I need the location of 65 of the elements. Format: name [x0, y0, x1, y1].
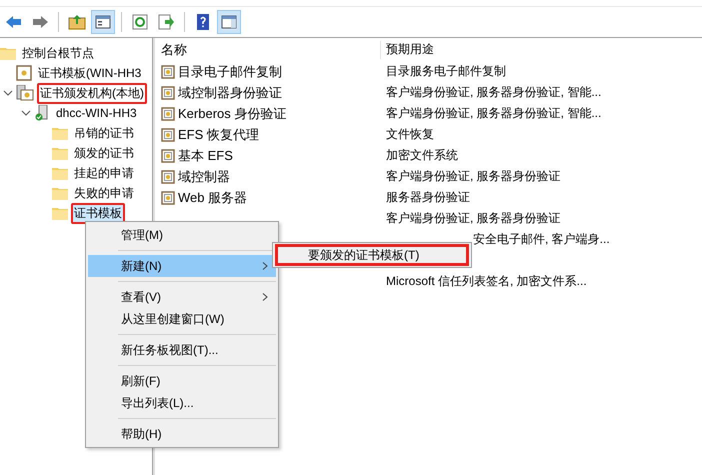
- tree-item[interactable]: 证书颁发机构(本地): [37, 82, 147, 104]
- intended-purpose: 安全电子邮件, 客户端身...: [473, 232, 610, 246]
- refresh-icon: [131, 13, 149, 31]
- column-header[interactable]: 名称: [155, 40, 381, 58]
- menu-item[interactable]: 从这里创建窗口(W): [88, 308, 276, 330]
- chevron-icon[interactable]: [3, 88, 13, 98]
- certificate-icon: [16, 65, 32, 81]
- template-name: Kerberos 身份验证: [178, 104, 286, 122]
- certificate-icon: [161, 128, 175, 142]
- menu-item[interactable]: 新任务板视图(T)...: [88, 339, 276, 361]
- tree-icon: [94, 13, 112, 31]
- up-icon: [68, 13, 86, 31]
- tree-item[interactable]: 证书模板: [71, 202, 125, 224]
- template-name: 域控制器身份验证: [178, 84, 282, 102]
- intended-purpose: 服务器身份验证: [386, 190, 470, 204]
- chevron-icon[interactable]: [21, 108, 31, 118]
- intended-purpose: Microsoft 信任列表签名, 加密文件系...: [386, 274, 587, 288]
- certificate-icon: [161, 148, 175, 162]
- panel-icon: [220, 13, 238, 31]
- folder-icon: [52, 186, 68, 200]
- menu-item[interactable]: 导出列表(L)...: [88, 392, 276, 414]
- export-icon: [157, 13, 175, 31]
- tree-item[interactable]: 颁发的证书: [71, 142, 137, 164]
- intended-purpose: 文件恢复: [386, 127, 434, 141]
- tree-item[interactable]: 吊销的证书: [71, 122, 137, 144]
- folder-icon: [52, 206, 68, 220]
- menu-item[interactable]: 新建(N): [88, 255, 276, 277]
- back-icon: [5, 13, 23, 31]
- server-icon: [34, 105, 50, 121]
- template-name: 目录电子邮件复制: [178, 62, 282, 80]
- template-name: 域控制器: [178, 168, 230, 186]
- menu-item[interactable]: 管理(M): [88, 224, 276, 246]
- tree-item[interactable]: 证书模板(WIN-HH3: [35, 62, 144, 84]
- panel-button[interactable]: [217, 10, 241, 34]
- folder-icon: [52, 166, 68, 180]
- certificate-icon: [161, 86, 175, 100]
- forward-icon: [31, 13, 49, 31]
- tree-item[interactable]: 控制台根节点: [19, 42, 97, 64]
- menu-item[interactable]: 刷新(F): [88, 370, 276, 392]
- tree-item[interactable]: 挂起的申请: [71, 162, 137, 184]
- template-name: EFS 恢复代理: [178, 126, 259, 144]
- intended-purpose: 客户端身份验证, 服务器身份验证: [386, 169, 561, 183]
- template-name: Web 服务器: [178, 188, 248, 206]
- certificate-authority-icon: [16, 85, 34, 101]
- menu-item[interactable]: 帮助(H): [88, 423, 276, 445]
- certificate-icon: [161, 106, 175, 120]
- intended-purpose: 客户端身份验证, 服务器身份验证, 智能...: [386, 106, 602, 120]
- tree-item[interactable]: dhcc-WIN-HH3: [53, 104, 140, 122]
- tree-item[interactable]: 失败的申请: [71, 182, 137, 204]
- intended-purpose: 客户端身份验证, 服务器身份验证, 智能...: [386, 85, 602, 99]
- intended-purpose: 加密文件系统: [386, 148, 458, 162]
- certificate-icon: [161, 64, 175, 78]
- folder-icon: [52, 146, 68, 160]
- folder-icon: [0, 46, 16, 60]
- menu-item[interactable]: 要颁发的证书模板(T): [275, 244, 469, 266]
- certificate-icon: [161, 170, 175, 184]
- certificate-icon: [161, 190, 175, 204]
- intended-purpose: 目录服务电子邮件复制: [386, 64, 506, 78]
- folder-icon: [52, 126, 68, 140]
- tree-button[interactable]: [91, 10, 115, 34]
- help-icon: [194, 13, 212, 31]
- intended-purpose: 客户端身份验证, 服务器身份验证: [386, 211, 561, 225]
- template-name: 基本 EFS: [178, 146, 233, 164]
- menu-item[interactable]: 查看(V): [88, 286, 276, 308]
- column-header[interactable]: 预期用途: [381, 41, 434, 58]
